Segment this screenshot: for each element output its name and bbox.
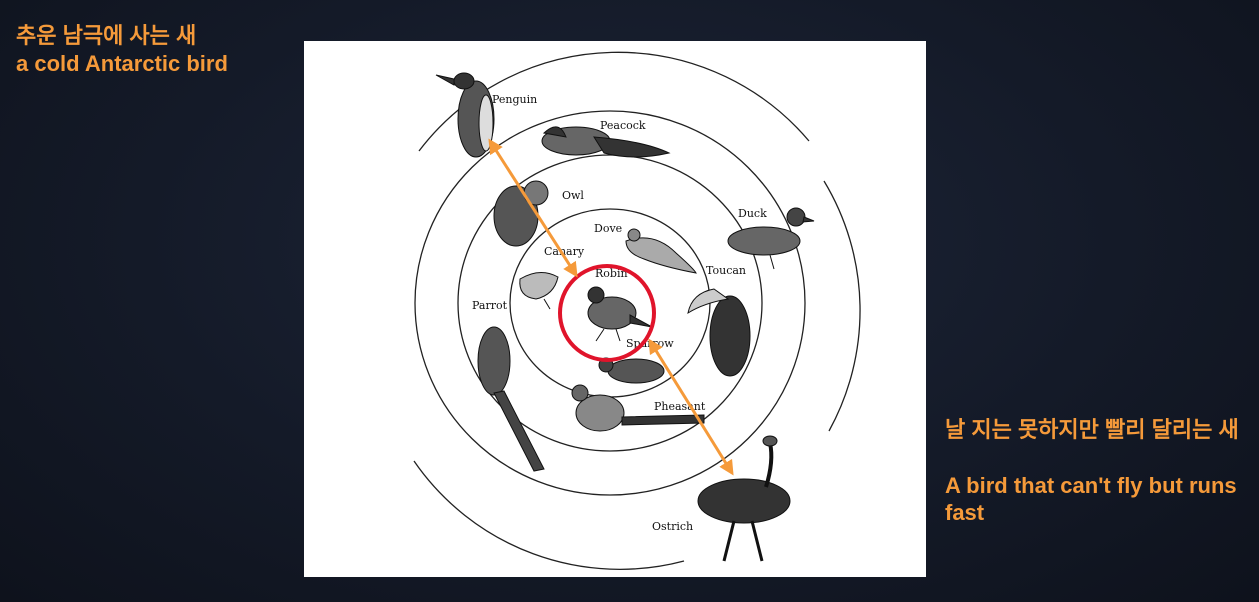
label-penguin: Penguin <box>492 93 537 106</box>
ring-outer-right <box>823 180 861 432</box>
dove-sketch <box>625 228 697 274</box>
ostrich-sketch <box>697 435 791 562</box>
annotation-penguin-english: a cold Antarctic bird <box>16 50 228 76</box>
ring-outer-bottom <box>413 460 685 570</box>
label-toucan: Toucan <box>706 264 746 277</box>
annotation-ostrich: 날 지는 못하지만 빨리 달리는 새 A bird that can't fly… <box>945 416 1250 527</box>
label-parrot: Parrot <box>472 299 508 312</box>
toucan-sketch <box>687 288 751 377</box>
label-dove: Dove <box>594 222 622 235</box>
label-ostrich: Ostrich <box>652 520 693 533</box>
label-peacock: Peacock <box>600 119 646 132</box>
annotation-ostrich-korean: 날 지는 못하지만 빨리 달리는 새 <box>945 417 1239 442</box>
label-owl: Owl <box>562 189 584 202</box>
label-duck: Duck <box>738 207 767 220</box>
parrot-sketch <box>477 326 545 472</box>
annotation-penguin: 추운 남극에 사는 새 a cold Antarctic bird <box>16 22 296 77</box>
annotation-penguin-korean: 추운 남극에 사는 새 <box>16 23 197 48</box>
diagram-svg: Penguin Peacock Owl Dove Canary Duck Tou… <box>413 51 861 570</box>
label-pheasant: Pheasant <box>654 400 706 413</box>
penguin-sketch <box>435 72 495 158</box>
annotation-ostrich-english: A bird that can't fly but runs fast <box>945 472 1237 526</box>
bird-typicality-diagram: Penguin Peacock Owl Dove Canary Duck Tou… <box>304 41 926 577</box>
canary-sketch <box>519 272 559 310</box>
robin-sketch <box>587 286 653 342</box>
